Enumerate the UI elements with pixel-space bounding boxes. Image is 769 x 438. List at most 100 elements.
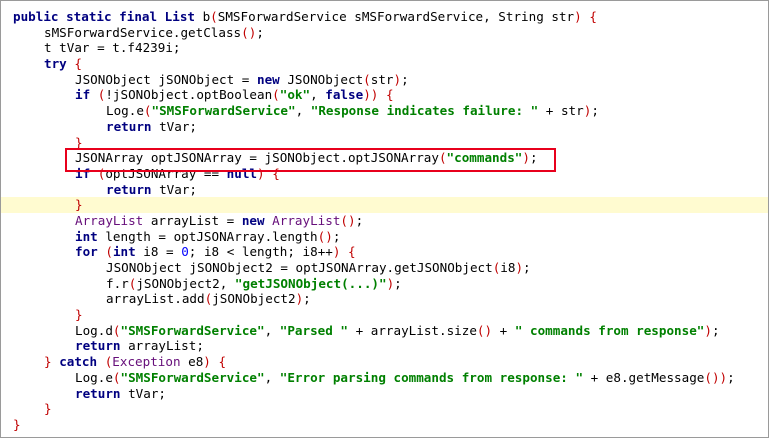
- code-token: arrayList;: [128, 338, 204, 354]
- code-token: jSONObject2,: [136, 275, 235, 291]
- highlight-annotation-box: [65, 148, 556, 172]
- code-token: SMSForwardService sMSForwardService, Str…: [217, 9, 575, 24]
- code-token: if: [75, 87, 98, 103]
- code-line: f.r(jSONObject2, "getJSONObject(...)");: [1, 276, 768, 292]
- code-line: }: [1, 417, 768, 433]
- code-token: return: [75, 338, 129, 354]
- code-line-text: sMSForwardService.getClass();: [44, 25, 264, 41]
- code-token: return: [106, 181, 160, 197]
- code-line: public static final List b(SMSForwardSer…: [1, 9, 768, 25]
- code-token: ,: [264, 322, 280, 338]
- code-line: Log.d("SMSForwardService", "Parsed " + a…: [1, 323, 768, 339]
- code-token: !jSONObject.optBoolean: [105, 87, 273, 103]
- code-token: ;: [332, 228, 341, 244]
- code-token: " commands from response": [514, 322, 705, 338]
- code-line-text: Log.d("SMSForwardService", "Parsed " + a…: [75, 323, 720, 339]
- code-token: tVar;: [128, 385, 166, 401]
- code-token: (: [210, 9, 218, 24]
- code-token: return: [106, 118, 160, 134]
- code-token: int: [75, 228, 106, 244]
- code-token: Log.e: [75, 369, 113, 385]
- code-token: t tVar = t.f4239i;: [44, 40, 181, 56]
- code-token: "SMSForwardService": [120, 322, 265, 338]
- code-token: ;: [401, 71, 409, 87]
- code-token: +: [492, 322, 515, 338]
- code-token: ArrayList: [272, 212, 341, 228]
- code-token: tVar;: [159, 181, 197, 197]
- code-token: (: [143, 103, 152, 119]
- code-token: ;: [303, 291, 311, 307]
- code-token: ): [515, 260, 524, 275]
- code-token: i8: [500, 260, 516, 275]
- code-line: for (int i8 = 0; i8 < length; i8++) {: [1, 244, 768, 260]
- code-token: ,: [264, 369, 280, 385]
- code-token: }: [44, 401, 52, 417]
- code-line-text: arrayList.add(jSONObject2);: [106, 291, 311, 307]
- code-token: ; i8 < length; i8++: [188, 244, 333, 260]
- code-token: (: [112, 369, 121, 385]
- code-token: {: [385, 87, 394, 103]
- code-token: "Response indicates failure: ": [310, 103, 539, 119]
- code-token: ): [393, 71, 402, 87]
- code-line-text: f.r(jSONObject2, "getJSONObject(...)");: [106, 276, 402, 292]
- code-token: ,: [295, 103, 311, 119]
- code-token: }: [44, 354, 52, 370]
- code-line-text: Log.e("SMSForwardService", "Response ind…: [106, 103, 599, 119]
- code-token: ;: [394, 275, 402, 291]
- code-line-text: }: [75, 197, 83, 213]
- code-line: try {: [1, 56, 768, 72]
- code-line-text: return tVar;: [75, 386, 166, 402]
- code-token: )): [363, 87, 379, 103]
- code-token: {: [348, 244, 356, 260]
- code-token: catch: [59, 354, 105, 370]
- code-editor: public static final List b(SMSForwardSer…: [1, 9, 768, 433]
- code-token: for: [75, 244, 106, 260]
- code-token: (: [272, 87, 280, 103]
- code-token: (): [241, 24, 257, 40]
- code-token: jSONObject2: [212, 291, 296, 307]
- code-token: ()): [704, 369, 728, 385]
- code-token: str: [370, 71, 394, 87]
- code-token: length = optJSONArray.length: [105, 228, 318, 244]
- code-line: return arrayList;: [1, 338, 768, 354]
- code-token: + arrayList.size: [348, 322, 477, 338]
- code-screenshot-frame: public static final List b(SMSForwardSer…: [0, 0, 769, 438]
- code-token: try: [44, 56, 75, 72]
- code-line-text: public static final List b(SMSForwardSer…: [13, 9, 597, 25]
- code-line: ArrayList arrayList = new ArrayList();: [1, 213, 768, 229]
- code-line: t tVar = t.f4239i;: [1, 40, 768, 56]
- code-line-text: return arrayList;: [75, 338, 204, 354]
- code-token: 0: [181, 244, 189, 260]
- code-token: ): [574, 9, 582, 24]
- code-token: public static final: [13, 9, 165, 24]
- code-token: new: [241, 212, 273, 228]
- code-token: }: [75, 197, 83, 213]
- code-line: }: [1, 307, 768, 323]
- code-line-text: if (!jSONObject.optBoolean("ok", false))…: [75, 87, 394, 103]
- code-line: Log.e("SMSForwardService", "Response ind…: [1, 103, 768, 119]
- code-token: + str: [538, 103, 584, 119]
- code-token: i8 =: [143, 244, 182, 260]
- code-token: (: [112, 322, 121, 338]
- code-line: Log.e("SMSForwardService", "Error parsin…: [1, 370, 768, 386]
- code-line-text: }: [44, 401, 52, 417]
- code-token: Log.e: [106, 103, 144, 119]
- code-line: JSONObject jSONObject2 = optJSONArray.ge…: [1, 260, 768, 276]
- code-token: ;: [591, 103, 599, 119]
- code-token: "Error parsing commands from response: ": [279, 369, 584, 385]
- code-token: arrayList.add: [106, 291, 205, 307]
- code-token: (): [476, 322, 493, 338]
- code-line-text: int length = optJSONArray.length();: [75, 229, 340, 245]
- code-token: ;: [523, 260, 531, 275]
- code-token: ): [704, 322, 712, 338]
- code-token: }: [75, 307, 83, 323]
- code-token: ;: [711, 322, 720, 338]
- code-token: "ok": [279, 87, 311, 103]
- code-token: e8: [188, 354, 204, 370]
- code-line: sMSForwardService.getClass();: [1, 25, 768, 41]
- code-line: if (!jSONObject.optBoolean("ok", false))…: [1, 87, 768, 103]
- code-token: JSONObject jSONObject2 = optJSONArray.ge…: [106, 260, 493, 275]
- code-line: return tVar;: [1, 182, 768, 198]
- code-line-text: try {: [44, 56, 82, 72]
- code-line: return tVar;: [1, 119, 768, 135]
